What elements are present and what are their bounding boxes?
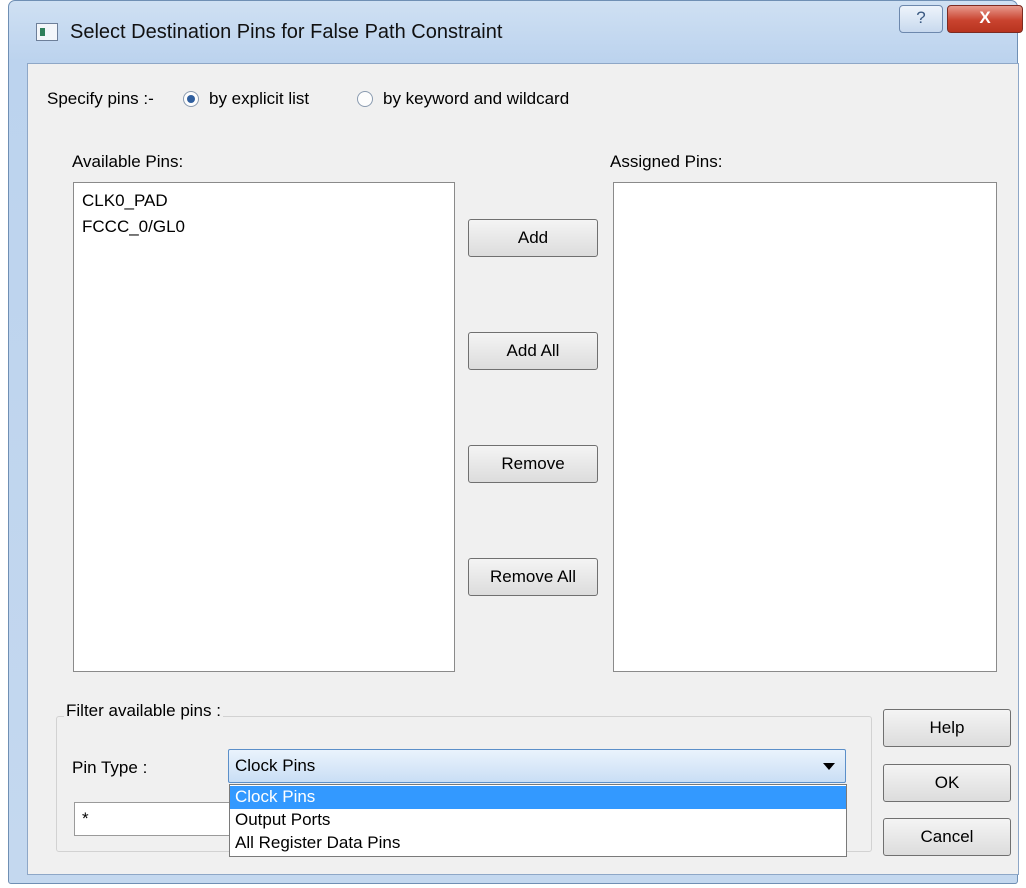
window-title: Select Destination Pins for False Path C… — [70, 21, 503, 43]
available-pins-list[interactable]: CLK0_PAD FCCC_0/GL0 — [73, 182, 455, 672]
pin-type-selected-value: Clock Pins — [235, 756, 316, 775]
radio-keyword-wildcard-label[interactable]: by keyword and wildcard — [383, 89, 569, 109]
pin-type-select[interactable]: Clock Pins — [228, 749, 846, 783]
assigned-pins-label: Assigned Pins: — [610, 152, 723, 171]
close-button[interactable]: X — [947, 5, 1023, 33]
radio-explicit-list-label[interactable]: by explicit list — [209, 89, 309, 109]
dialog-window: Select Destination Pins for False Path C… — [8, 0, 1023, 884]
pin-type-dropdown: Clock Pins Output Ports All Register Dat… — [229, 784, 847, 857]
dropdown-option-output-ports[interactable]: Output Ports — [230, 809, 846, 832]
title-help-button[interactable]: ? — [899, 5, 943, 33]
help-icon: ? — [916, 8, 926, 27]
pin-type-label: Pin Type : — [72, 758, 148, 777]
dropdown-option-all-register-data-pins[interactable]: All Register Data Pins — [230, 832, 846, 855]
remove-all-button[interactable]: Remove All — [468, 558, 598, 596]
cancel-button[interactable]: Cancel — [883, 818, 1011, 856]
radio-keyword-wildcard[interactable] — [357, 91, 373, 107]
assigned-pins-list[interactable] — [613, 182, 997, 672]
specify-pins-label: Specify pins :- — [47, 89, 154, 108]
ok-button[interactable]: OK — [883, 764, 1011, 802]
pin-filter-input[interactable]: * — [74, 802, 230, 836]
filter-group-label: Filter available pins : — [64, 701, 223, 721]
add-all-button[interactable]: Add All — [468, 332, 598, 370]
app-icon — [36, 23, 58, 41]
help-button[interactable]: Help — [883, 709, 1011, 747]
list-item[interactable]: CLK0_PAD — [82, 191, 168, 211]
remove-button[interactable]: Remove — [468, 445, 598, 483]
close-icon: X — [979, 8, 991, 27]
radio-explicit-list[interactable] — [183, 91, 199, 107]
chevron-down-icon[interactable] — [823, 763, 835, 770]
available-pins-label: Available Pins: — [72, 152, 184, 171]
dropdown-option-clock-pins[interactable]: Clock Pins — [230, 786, 846, 809]
dialog-body: Specify pins :- by explicit list by keyw… — [27, 63, 1019, 875]
add-button[interactable]: Add — [468, 219, 598, 257]
list-item[interactable]: FCCC_0/GL0 — [82, 217, 185, 237]
